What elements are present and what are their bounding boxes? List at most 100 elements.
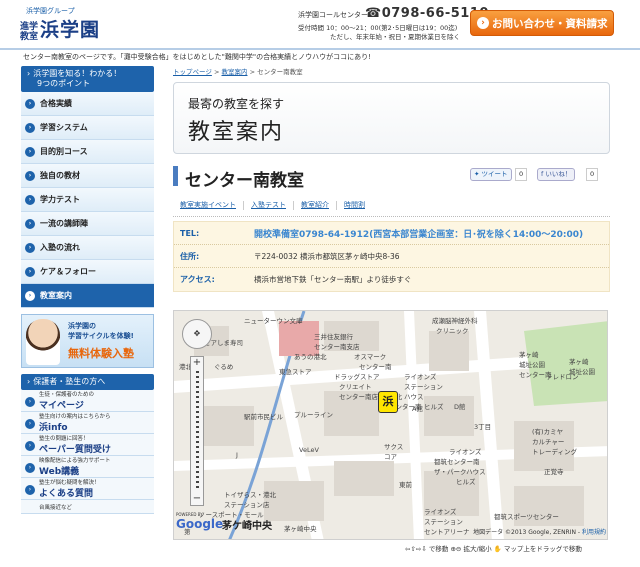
- school-heading: センター南教室 ✦ ツイート 0 f いいね！ 0: [173, 166, 610, 191]
- map-zoom-slider[interactable]: + −: [190, 356, 204, 506]
- sidebar-item[interactable]: › 学力テスト: [21, 188, 154, 212]
- arrow-icon: ›: [25, 266, 35, 277]
- map-label: 茅ヶ崎中央: [284, 525, 317, 533]
- subnav-entrance-test[interactable]: 入塾テスト: [244, 201, 294, 210]
- subnav-classroom-intro[interactable]: 教室紹介: [294, 201, 337, 210]
- sidebar-menu: › 合格実績 › 学習システム › 目的別コース › 独自の教材 › 学力テスト › 一流の講師陣 › 入…: [21, 92, 154, 308]
- subnav-events[interactable]: 教室実施イベント: [173, 201, 244, 210]
- zoom-out-icon[interactable]: −: [191, 493, 203, 505]
- breadcrumb-separator: >: [213, 68, 220, 76]
- classroom-info-table: TEL: 開校準備室0798-64-1912(西宮本部営業企画室：日･祝を除く1…: [173, 221, 610, 292]
- map-label: ライオンズ: [424, 508, 457, 516]
- arrow-icon: ›: [25, 122, 35, 133]
- sidebar-item[interactable]: › 入塾の流れ: [21, 236, 154, 260]
- map-label: トイザらス・港北: [224, 491, 276, 499]
- map-label: 三井住友銀行: [314, 333, 353, 341]
- breadcrumb-current: センター南教室: [257, 68, 303, 76]
- zoom-in-icon[interactable]: +: [191, 357, 203, 369]
- contact-button[interactable]: › お問い合わせ・資料請求: [470, 10, 614, 36]
- logo[interactable]: 進学 教室 浜学園: [20, 15, 100, 42]
- guardian-item-caption: 塾生向けの案内はこちらから: [39, 414, 111, 420]
- subnav-timetable[interactable]: 時間割: [337, 201, 372, 210]
- guardian-item[interactable]: › 塾生の問題に回答！ ペーパー質問受け: [21, 434, 154, 456]
- sidebar-item[interactable]: › 教室案内: [21, 284, 154, 308]
- sidebar-item[interactable]: › 合格実績: [21, 92, 154, 116]
- tagline: センター南教室のページです。「灘中受験合格」をはじめとした"難関中学"の合格実績…: [0, 48, 640, 62]
- sidebar-item[interactable]: › 一流の講師陣: [21, 212, 154, 236]
- guardian-item-caption: 塾生の問題に回答！: [39, 436, 89, 442]
- info-label: アクセス:: [180, 275, 215, 284]
- arrow-icon: ›: [25, 419, 35, 429]
- info-label: TEL:: [180, 228, 200, 238]
- sidebar-item-label: 入塾の流れ: [40, 243, 80, 252]
- sidebar-item[interactable]: › 独自の教材: [21, 164, 154, 188]
- map-label: 正覚寺: [544, 468, 564, 476]
- sidebar-item-label: 目的別コース: [40, 147, 88, 156]
- trial-banner[interactable]: 浜学園の 学習サイクルを体験! 無料体験入塾: [21, 314, 154, 368]
- breadcrumb-classroom-guide[interactable]: 教室案内: [221, 68, 247, 76]
- map-label: ヒルズ: [456, 478, 476, 486]
- sidebar-item-label: 合格実績: [40, 99, 72, 108]
- logo-sub-line-1: 進学: [20, 22, 39, 32]
- guardian-item[interactable]: › 映像配信による強力サポート Web講義: [21, 456, 154, 478]
- map-label: カルチャー: [532, 438, 565, 446]
- sidebar-item[interactable]: › 学習システム: [21, 116, 154, 140]
- access-value: 横浜市営地下鉄「センター南駅」より徒歩すぐ: [254, 275, 412, 284]
- arrow-icon: ›: [25, 242, 35, 253]
- classroom-map-marker[interactable]: 浜: [378, 391, 398, 413]
- map-label: 東前: [399, 481, 412, 489]
- sidebar-head-line-2: 9つのポイント: [37, 79, 91, 88]
- google-map[interactable]: ニューターウン文庫 三井住友銀行 センター南支店 ピアしま寿司 港北 ぐるめ あうの港北 東急…: [173, 310, 608, 540]
- map-label: クリニック: [436, 327, 469, 335]
- sidebar-partial-item[interactable]: 台風接近など: [21, 500, 154, 514]
- guardian-item[interactable]: › 生徒・保護者のための マイページ: [21, 390, 154, 412]
- guardian-item-label: マイページ: [39, 401, 84, 411]
- guardian-item-label: ペーパー質問受け: [39, 445, 111, 455]
- guardian-head-label: 保護者・塾生の方へ: [33, 377, 106, 386]
- sidebar-head-line-1: 浜学園を知る！わかる！: [33, 69, 122, 78]
- map-label: A館: [412, 405, 423, 413]
- school-name: センター南教室: [185, 171, 304, 191]
- sidebar-item[interactable]: › 目的別コース: [21, 140, 154, 164]
- page-title: 教室案内: [188, 120, 285, 145]
- sidebar-points-header[interactable]: › 浜学園を知る！わかる！ 9つのポイント: [21, 66, 154, 92]
- guardian-item-caption: 生徒・保護者のための: [39, 392, 95, 398]
- info-row-tel: TEL: 開校準備室0798-64-1912(西宮本部営業企画室：日･祝を除く1…: [174, 222, 609, 245]
- guardian-item[interactable]: › 塾生向けの案内はこちらから 浜info: [21, 412, 154, 434]
- map-label: ステーション: [424, 518, 463, 526]
- breadcrumb-top[interactable]: トップページ: [173, 68, 212, 76]
- map-label: 茅ヶ崎: [569, 358, 589, 366]
- google-logo[interactable]: Google: [176, 517, 223, 531]
- child-photo: [26, 319, 60, 365]
- map-label: ステーション店: [224, 501, 270, 509]
- guardian-item[interactable]: › 塾生が悩む疑問を解決！ よくある質問: [21, 478, 154, 500]
- map-label: D館: [454, 403, 466, 411]
- map-label: (有)カミヤ: [532, 428, 564, 436]
- tweet-count: 0: [515, 168, 528, 181]
- map-label: 駅前市民ビル: [244, 413, 283, 421]
- map-label: センター南店: [339, 393, 378, 401]
- sidebar-item-label: 一流の講師陣: [40, 219, 88, 228]
- map-pan-control[interactable]: ✥: [182, 319, 212, 349]
- map-label: クリエイト: [339, 383, 372, 391]
- map-label: J: [236, 451, 238, 459]
- arrow-icon: ›: [25, 463, 35, 473]
- sidebar-item-label: 教室案内: [40, 291, 72, 300]
- map-label: 城址公園: [519, 361, 545, 369]
- hand-icon: ✋: [493, 545, 502, 553]
- main-content: トップページ > 教室案内 > センター南教室 最寄の教室を探す 教室案内 セン…: [173, 66, 610, 292]
- like-button[interactable]: f いいね！: [537, 168, 576, 181]
- twitter-icon: ✦: [474, 170, 480, 178]
- map-terms-link[interactable]: 利用規約: [582, 529, 606, 536]
- call-center-label: 浜学園コールセンター: [298, 11, 368, 19]
- contact-button-label: お問い合わせ・資料請求: [492, 17, 608, 30]
- page-subtitle: 最寄の教室を探す: [188, 97, 285, 111]
- plus-minus-icon: ⊕⊖: [450, 545, 462, 553]
- map-label: VeLeV: [299, 446, 319, 454]
- map-footer: 地図データ ©2013 Google, ZENRIN - 利用規約 ⇦⇧⇨⇩ で…: [173, 529, 608, 561]
- sidebar-item[interactable]: › ケア＆フォロー: [21, 260, 154, 284]
- like-count: 0: [586, 168, 599, 181]
- map-label: ドラッグストア: [334, 373, 380, 381]
- arrow-icon: ›: [25, 146, 35, 157]
- tweet-button[interactable]: ✦ ツイート: [470, 168, 512, 181]
